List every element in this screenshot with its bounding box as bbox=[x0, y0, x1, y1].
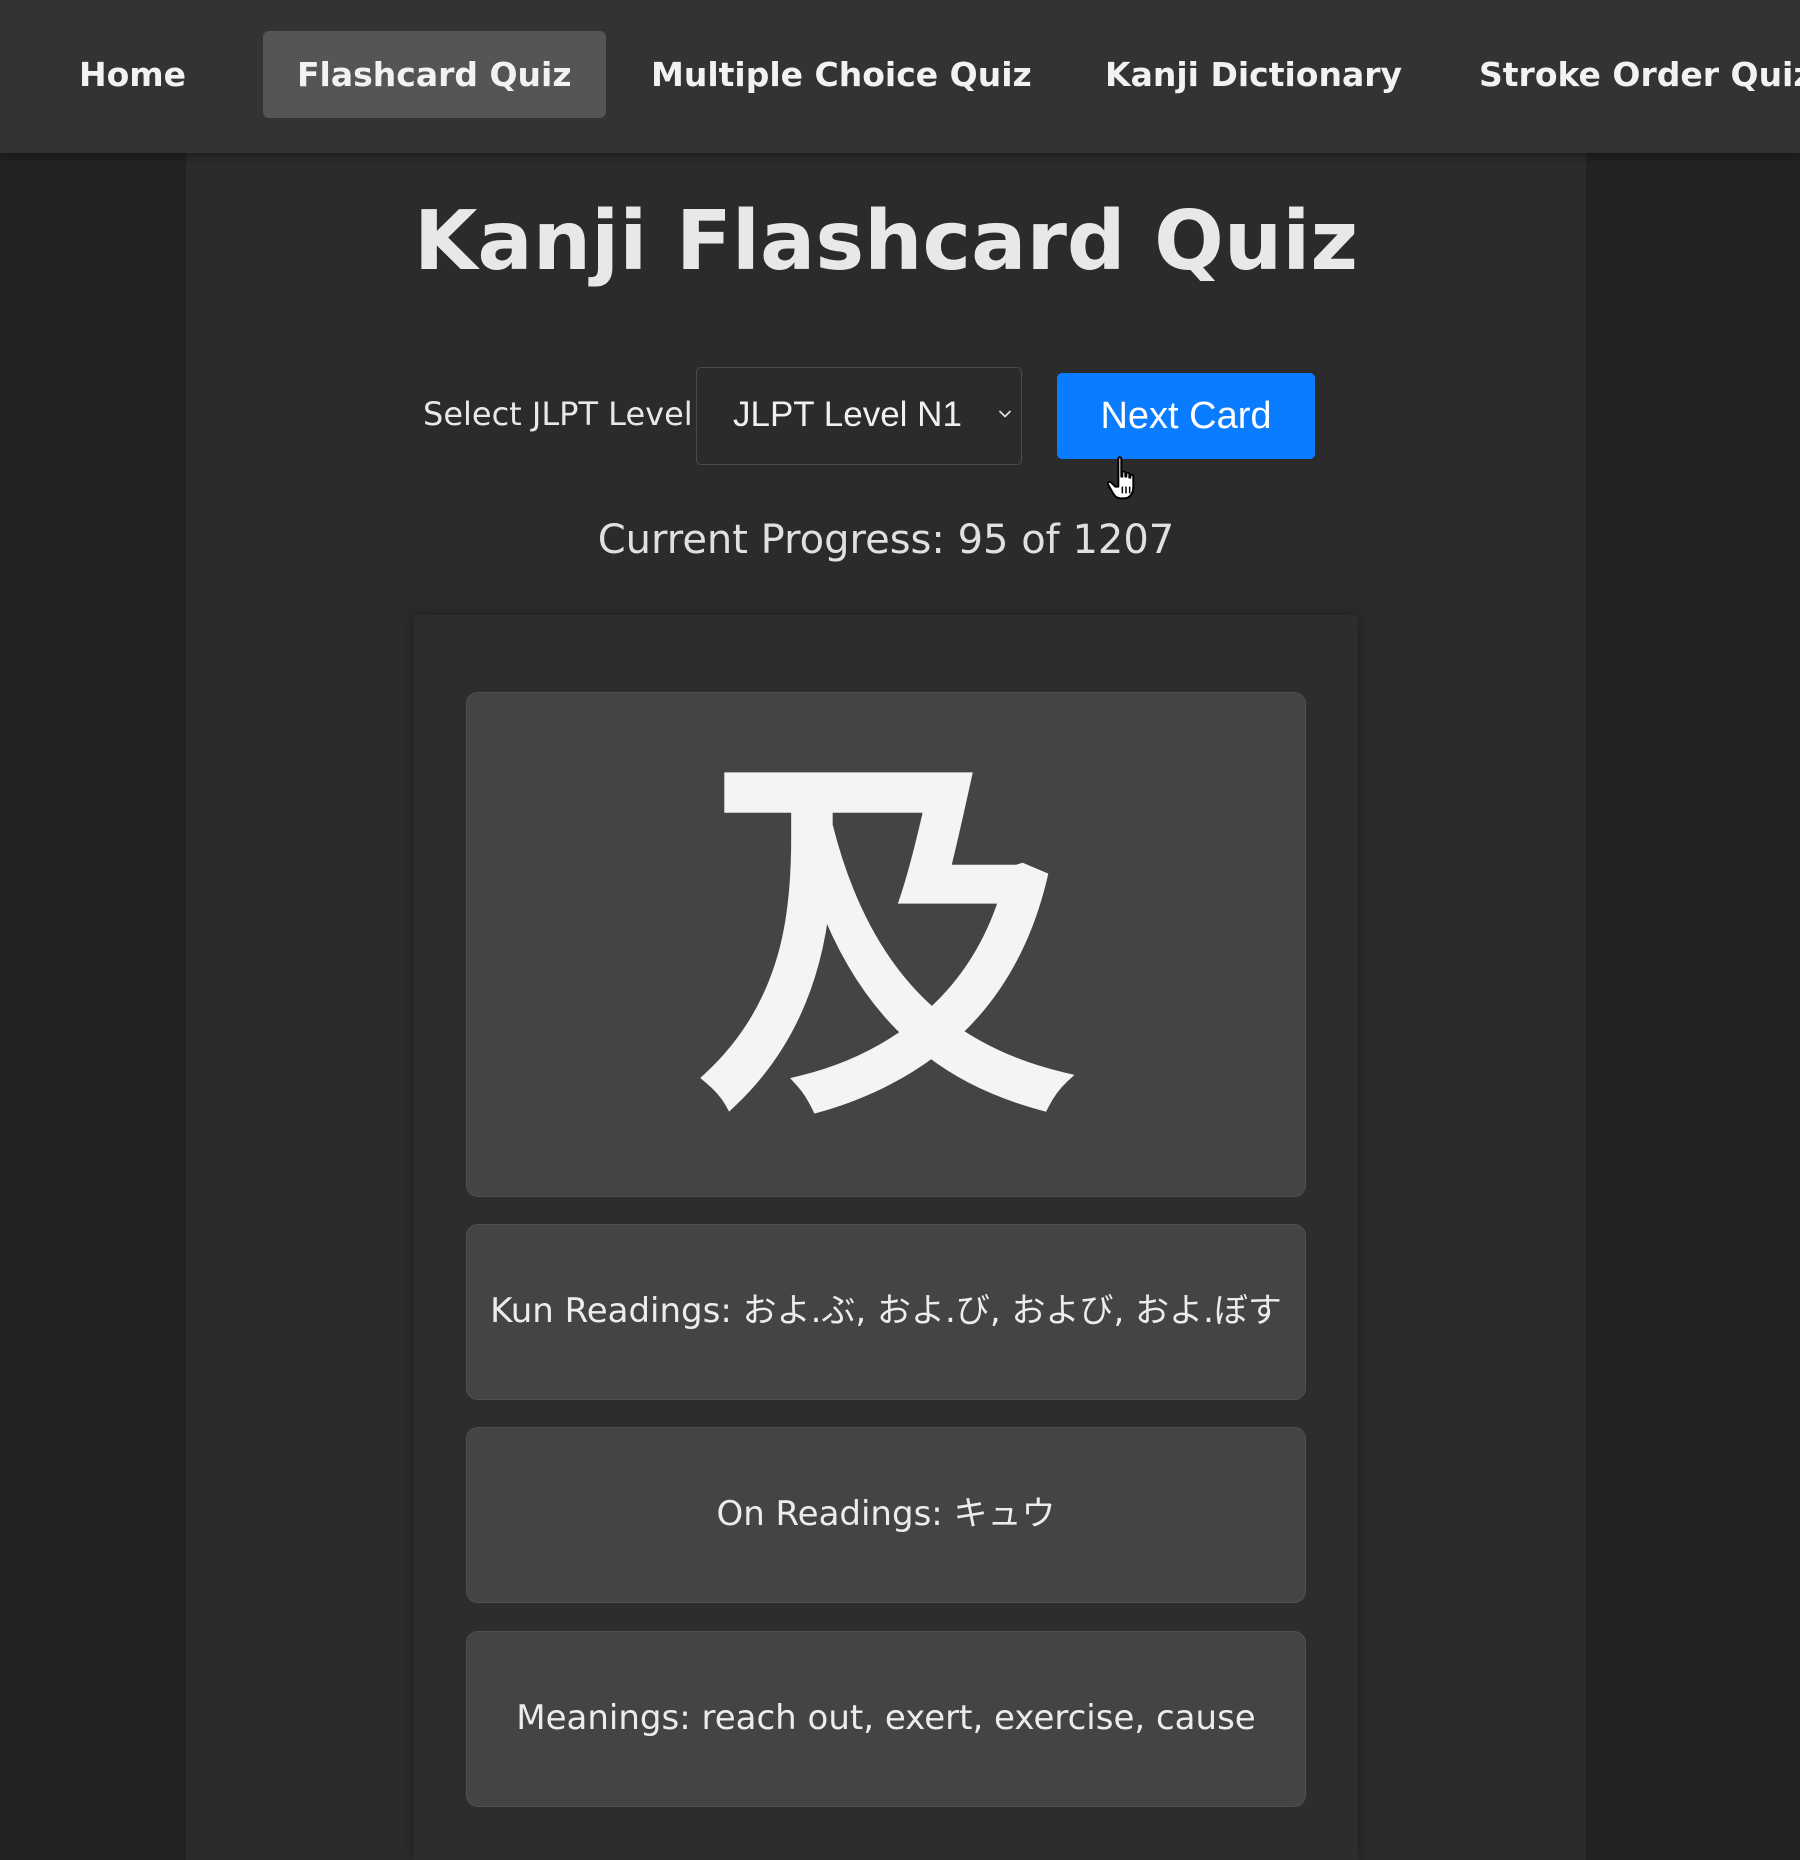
kun-readings: Kun Readings: およ.ぶ, およ.び, および, およ.ぼす bbox=[466, 1224, 1306, 1400]
nav-item-home[interactable]: Home bbox=[45, 31, 220, 118]
quiz-controls: Select JLPT Level: JLPT Level N1 Next Ca… bbox=[186, 367, 1586, 467]
flashcard: 及 Kun Readings: およ.ぶ, およ.び, および, およ.ぼす O… bbox=[414, 615, 1358, 1860]
nav-item-stroke-order-quiz[interactable]: Stroke Order Quiz bbox=[1445, 31, 1800, 118]
hand-pointer-icon bbox=[1106, 456, 1135, 500]
on-readings: On Readings: キュウ bbox=[466, 1427, 1306, 1603]
nav-item-flashcard-quiz[interactable]: Flashcard Quiz bbox=[263, 31, 606, 118]
top-navigation-bar: Home Flashcard Quiz Multiple Choice Quiz… bbox=[0, 0, 1800, 153]
nav-item-multiple-choice-quiz[interactable]: Multiple Choice Quiz bbox=[617, 31, 1066, 118]
main-content-panel: Kanji Flashcard Quiz Select JLPT Level: … bbox=[186, 153, 1586, 1860]
jlpt-level-label: Select JLPT Level: bbox=[423, 395, 704, 433]
nav-item-kanji-dictionary[interactable]: Kanji Dictionary bbox=[1071, 31, 1436, 118]
next-card-button[interactable]: Next Card bbox=[1057, 373, 1315, 459]
progress-text: Current Progress: 95 of 1207 bbox=[597, 517, 1175, 563]
chevron-down-icon bbox=[999, 410, 1011, 418]
kanji-character: 及 bbox=[696, 724, 1076, 1167]
jlpt-level-select[interactable]: JLPT Level N1 bbox=[696, 367, 1022, 465]
kanji-display[interactable]: 及 bbox=[466, 692, 1306, 1197]
meanings: Meanings: reach out, exert, exercise, ca… bbox=[466, 1631, 1306, 1807]
jlpt-level-selected-value: JLPT Level N1 bbox=[733, 395, 962, 434]
page-title: Kanji Flashcard Quiz bbox=[413, 194, 1359, 289]
